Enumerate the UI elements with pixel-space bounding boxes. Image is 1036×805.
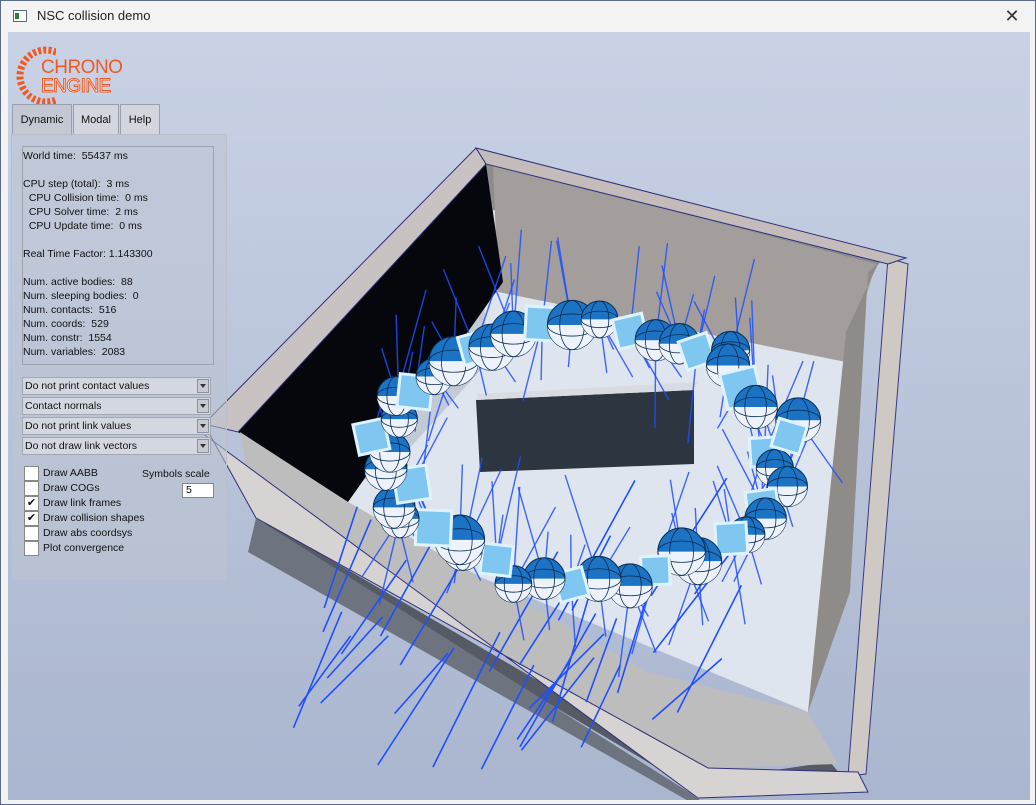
symbols-scale-label: Symbols scale [142,468,210,480]
sphere-body [733,384,778,430]
chevron-down-icon[interactable] [197,379,209,393]
chevron-down-icon[interactable] [197,419,209,433]
box-body [713,520,750,557]
chrono-engine-logo: CHRONO ENGINE [16,42,126,108]
real-time-factor: Real Time Factor: 1.143300 [23,248,153,260]
num-constr: Num. constr: 1554 [23,332,112,344]
num-coords: Num. coords: 529 [23,318,109,330]
contact-normals-select[interactable]: Contact normals [22,397,211,415]
checkbox-checked[interactable]: ✔ [24,511,39,526]
box-body [769,416,810,457]
tab-modal[interactable]: Modal [73,104,119,134]
window-title: NSC collision demo [37,8,151,23]
checkbox[interactable] [24,481,39,496]
chevron-down-icon[interactable] [197,439,209,453]
close-button[interactable]: ✕ [989,1,1035,32]
box-body [413,507,454,548]
cpu-step: CPU step (total): 3 ms [23,178,130,190]
world-time: World time: 55437 ms [23,150,128,162]
symbols-scale-input[interactable]: 5 [182,483,214,498]
dynamic-tab-panel: World time: 55437 ms CPU step (total): 3… [11,134,227,580]
link-values-select[interactable]: Do not print link values [22,417,211,435]
title-bar[interactable]: NSC collision demo ✕ [1,1,1035,32]
contact-normal-line [320,635,389,704]
stats-box: World time: 55437 ms CPU step (total): 3… [22,146,214,365]
tab-dynamic[interactable]: Dynamic [12,104,72,136]
checkbox-checked[interactable]: ✔ [24,496,39,511]
num-contacts: Num. contacts: 516 [23,304,117,316]
contact-values-select[interactable]: Do not print contact values [22,377,211,395]
checkbox[interactable] [24,526,39,541]
cpu-update: CPU Update time: 0 ms [23,220,143,232]
logo-line-1: CHRONO [41,57,123,78]
cpu-collision: CPU Collision time: 0 ms [23,192,148,204]
logo-line-2: ENGINE [40,76,111,97]
cpu-solver: CPU Solver time: 2 ms [23,206,138,218]
num-variables: Num. variables: 2083 [23,346,126,358]
center-block [476,390,694,472]
sleeping-bodies: Num. sleeping bodies: 0 [23,290,139,302]
box-body [478,541,516,579]
chevron-down-icon[interactable] [197,399,209,413]
checkbox[interactable] [24,541,39,556]
app-window: NSC collision demo ✕ CHRONO ENGINE Dynam… [0,0,1036,805]
checkbox[interactable] [24,466,39,481]
link-vectors-select[interactable]: Do not draw link vectors [22,437,211,455]
app-icon [13,10,27,22]
active-bodies: Num. active bodies: 88 [23,276,133,288]
3d-viewport[interactable]: CHRONO ENGINE Dynamic Modal Help World t… [8,32,1030,800]
tab-help[interactable]: Help [120,104,160,134]
